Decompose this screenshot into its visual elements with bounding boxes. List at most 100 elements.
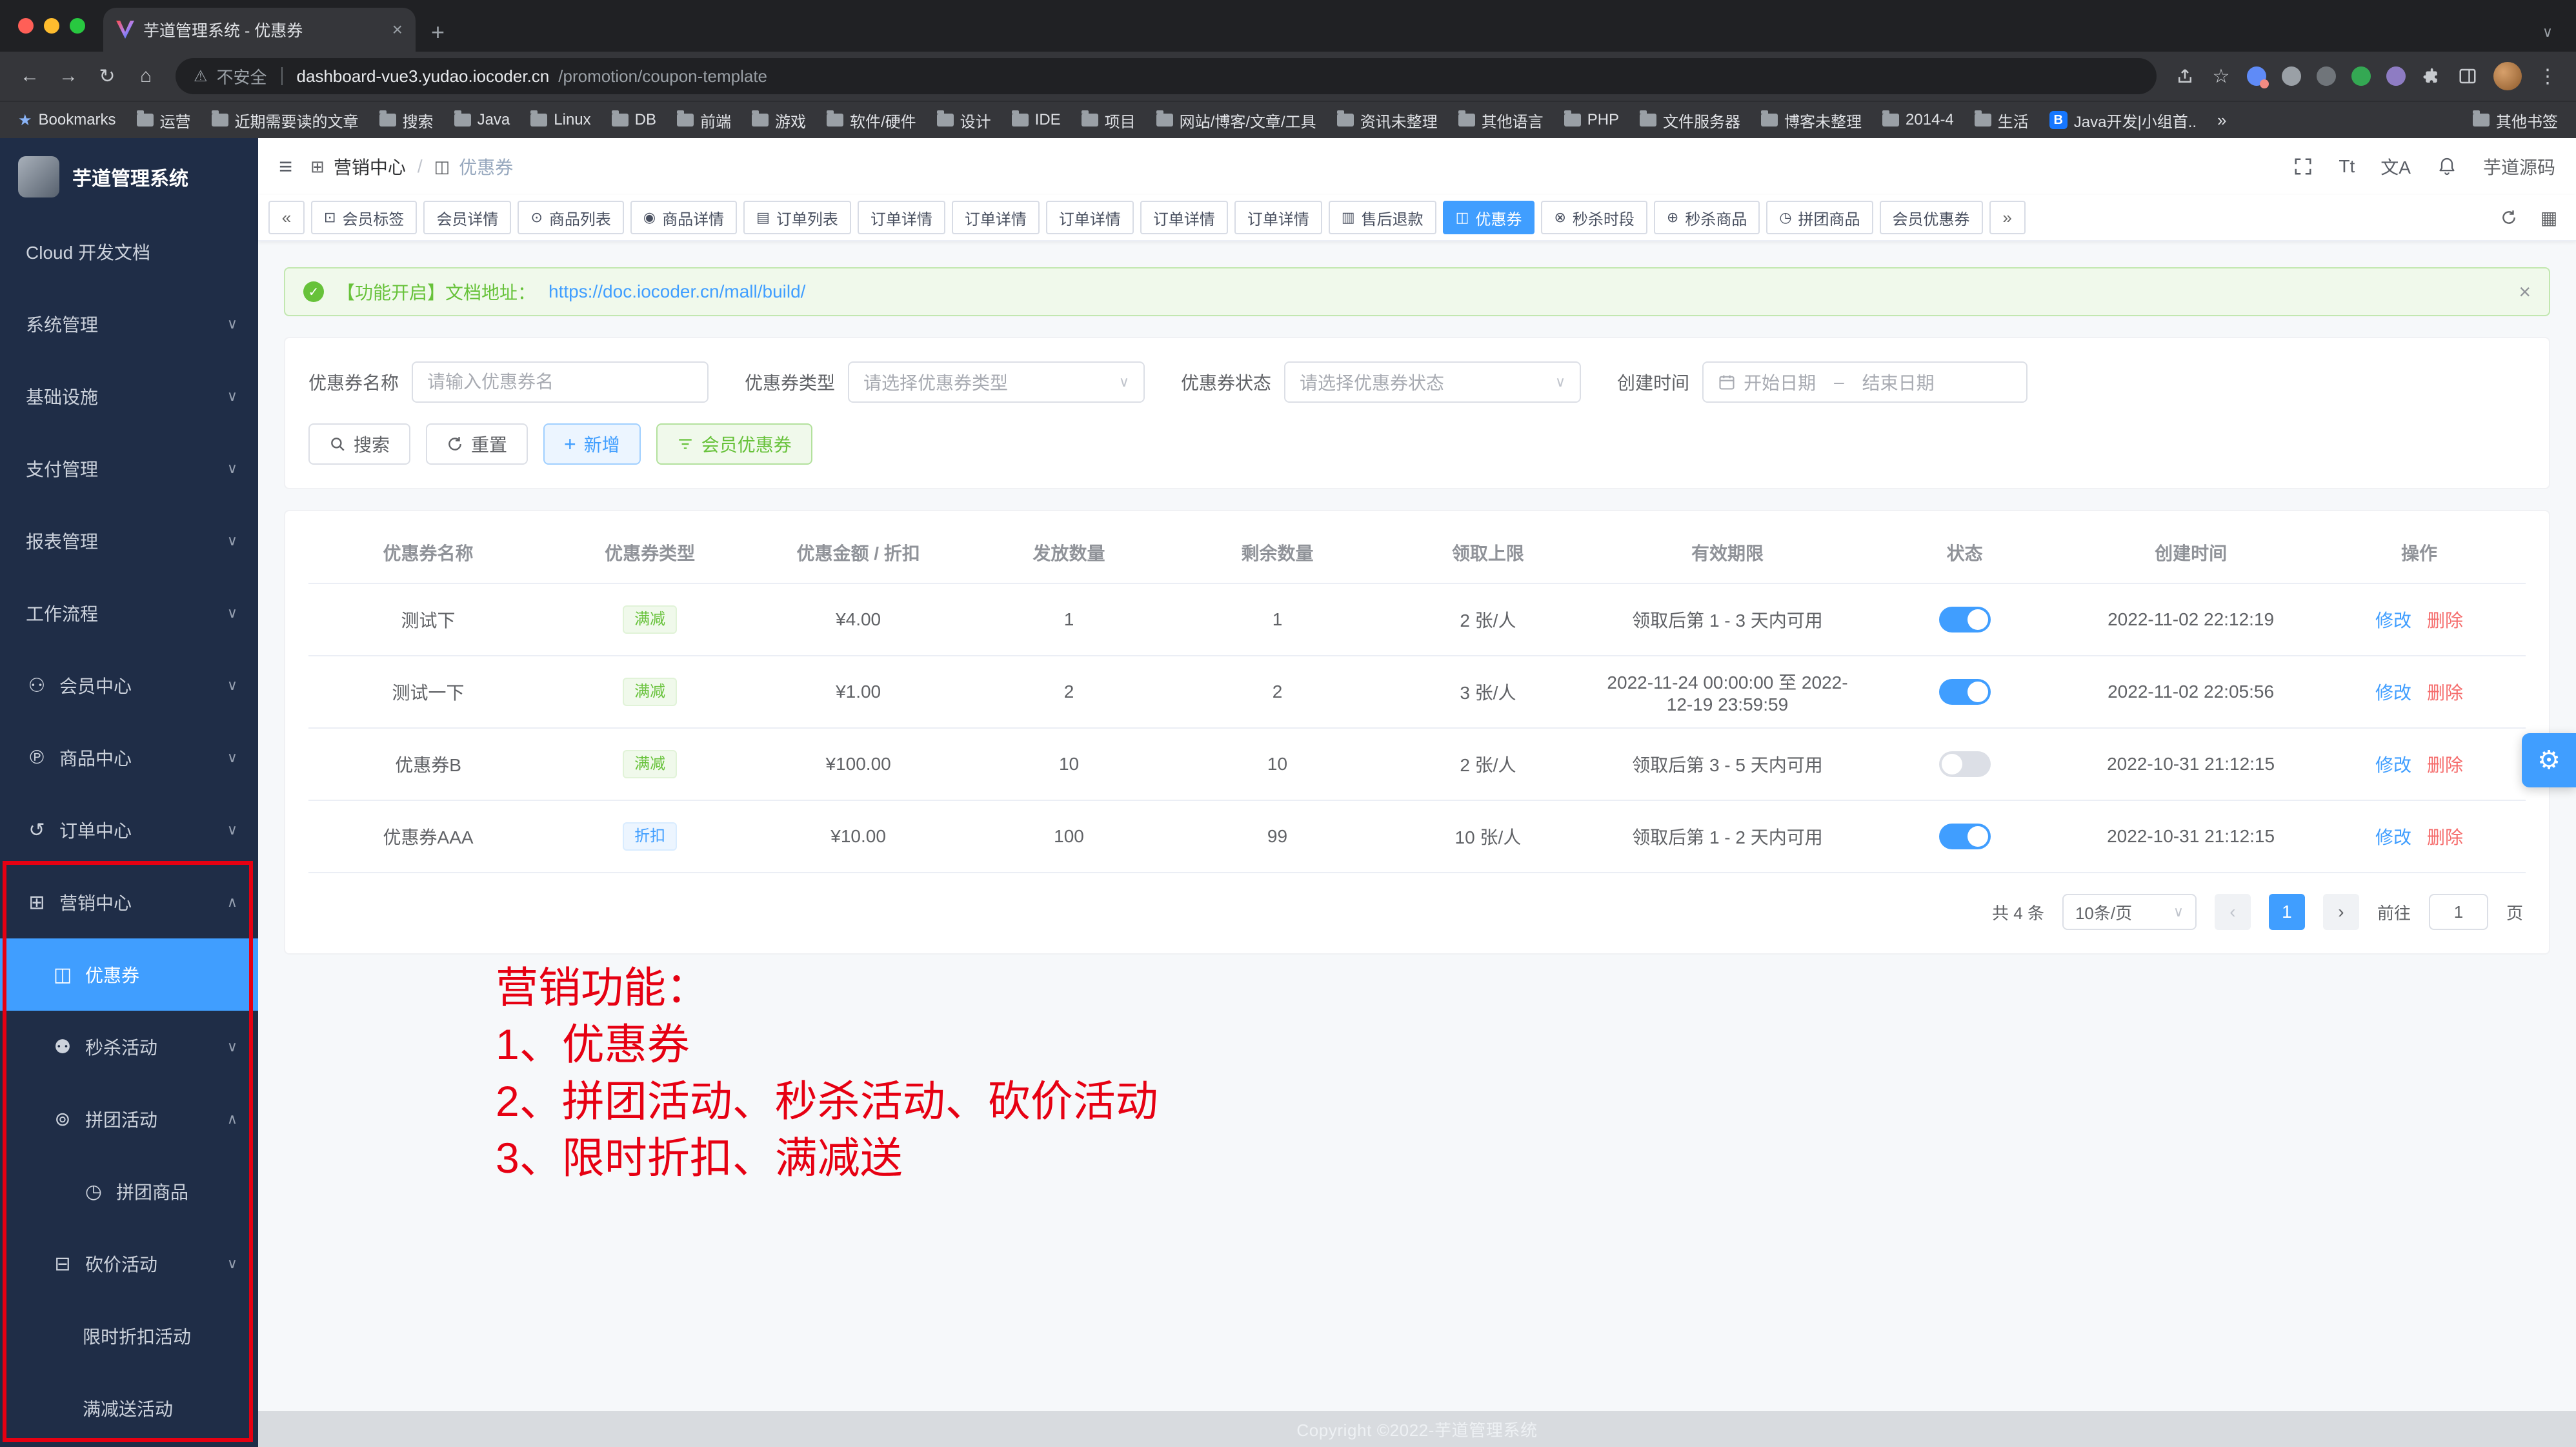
menu-collapse-icon[interactable]: ≡ — [279, 153, 292, 180]
page-size-select[interactable]: 10条/页 ∨ — [2062, 894, 2197, 930]
bookmark-item[interactable]: IDE — [1012, 111, 1061, 129]
tab-coupon[interactable]: ◫优惠券 — [1443, 201, 1535, 234]
sidebar-item-workflow[interactable]: 工作流程∨ — [0, 577, 258, 649]
tab-combination-product[interactable]: ◷拼团商品 — [1766, 201, 1873, 234]
sidebar-item-infra[interactable]: 基础设施∨ — [0, 360, 258, 432]
bookmark-star-icon[interactable]: ☆ — [2203, 58, 2239, 94]
tabs-layout-icon[interactable]: ▦ — [2532, 201, 2566, 234]
tab-member-detail[interactable]: 会员详情 — [423, 201, 511, 234]
bookmark-item[interactable]: 游戏 — [752, 109, 806, 132]
extension-icon[interactable] — [2386, 66, 2406, 86]
bookmark-item[interactable]: PHP — [1564, 111, 1619, 129]
fullscreen-icon[interactable] — [2293, 157, 2313, 176]
extension-icon[interactable] — [2317, 66, 2336, 86]
bookmark-item[interactable]: 项目 — [1082, 109, 1136, 132]
tab-product-detail[interactable]: ◉商品详情 — [630, 201, 737, 234]
date-range-picker[interactable]: 开始日期 – 结束日期 — [1702, 361, 2028, 403]
status-toggle[interactable] — [1939, 607, 1991, 632]
bookmark-item[interactable]: ★Bookmarks — [18, 111, 116, 130]
tab-order-list[interactable]: ▤订单列表 — [743, 201, 851, 234]
edit-link[interactable]: 修改 — [2375, 755, 2411, 775]
delete-link[interactable]: 删除 — [2427, 755, 2463, 775]
tab-refund[interactable]: ▥售后退款 — [1329, 201, 1436, 234]
back-icon[interactable]: ← — [10, 57, 49, 96]
bookmark-item[interactable]: 网站/博客/文章/工具 — [1156, 109, 1316, 132]
tab-product-list[interactable]: ⊙商品列表 — [518, 201, 623, 234]
bookmark-item[interactable]: 其他语言 — [1458, 109, 1544, 132]
reload-icon[interactable]: ↻ — [88, 57, 126, 96]
sidebar-item-combination-product[interactable]: ◷拼团商品 — [0, 1155, 258, 1228]
bookmark-item[interactable]: 运营 — [137, 109, 191, 132]
tabs-scroll-right-icon[interactable]: » — [1989, 201, 2026, 234]
side-panel-icon[interactable] — [2450, 58, 2486, 94]
bookmark-item[interactable]: 文件服务器 — [1640, 109, 1740, 132]
home-icon[interactable]: ⌂ — [126, 57, 165, 96]
coupon-name-input[interactable] — [412, 361, 709, 403]
app-logo[interactable]: 芋道管理系统 — [0, 138, 258, 216]
forward-icon[interactable]: → — [49, 57, 88, 96]
extension-icon[interactable] — [2282, 66, 2301, 86]
font-size-icon[interactable]: Tt — [2339, 156, 2355, 177]
locale-icon[interactable]: 文A — [2380, 154, 2411, 179]
window-zoom-button[interactable] — [70, 18, 85, 34]
tab-order-detail-5[interactable]: 订单详情 — [1234, 201, 1322, 234]
window-minimize-button[interactable] — [44, 18, 59, 34]
banner-close-icon[interactable]: × — [2519, 280, 2531, 304]
bookmark-item[interactable]: 设计 — [937, 109, 991, 132]
bookmark-item[interactable]: 前端 — [677, 109, 731, 132]
tabs-refresh-icon[interactable] — [2492, 201, 2526, 234]
prev-page-button[interactable]: ‹ — [2215, 894, 2251, 930]
tab-member-tag[interactable]: ⊡会员标签 — [311, 201, 417, 234]
goto-page-input[interactable] — [2429, 894, 2488, 930]
tab-order-detail-2[interactable]: 订单详情 — [952, 201, 1040, 234]
tab-order-detail-3[interactable]: 订单详情 — [1046, 201, 1134, 234]
bookmark-item[interactable]: Linux — [530, 111, 590, 129]
bookmark-item[interactable]: 搜索 — [379, 109, 434, 132]
tab-order-detail-1[interactable]: 订单详情 — [858, 201, 945, 234]
sidebar-item-member-center[interactable]: ⚇会员中心∨ — [0, 649, 258, 722]
tab-order-detail-4[interactable]: 订单详情 — [1140, 201, 1228, 234]
extensions-puzzle-icon[interactable] — [2413, 58, 2450, 94]
profile-avatar[interactable] — [2493, 62, 2522, 90]
sidebar-item-system[interactable]: 系统管理∨ — [0, 288, 258, 360]
bookmark-item[interactable]: BJava开发|小组首.. — [2049, 109, 2197, 132]
new-tab-button[interactable]: + — [431, 19, 445, 46]
bookmark-item[interactable]: DB — [612, 111, 656, 129]
address-bar[interactable]: ⚠ 不安全 dashboard-vue3.yudao.iocoder.cn /p… — [176, 58, 2157, 94]
bookmark-item[interactable]: 近期需要读的文章 — [212, 109, 359, 132]
bookmarks-overflow-button[interactable]: » — [2217, 110, 2226, 130]
sidebar-item-order-center[interactable]: ↺订单中心∨ — [0, 794, 258, 866]
bookmark-item[interactable]: 2014-4 — [1882, 111, 1954, 129]
status-toggle[interactable] — [1939, 751, 1991, 777]
sidebar-item-cloud-docs[interactable]: Cloud 开发文档 — [0, 216, 258, 288]
bell-icon[interactable] — [2437, 156, 2457, 177]
sidebar-item-coupon[interactable]: ◫优惠券 — [0, 938, 258, 1011]
tab-close-icon[interactable]: × — [392, 19, 403, 40]
bookmark-item[interactable]: 其他书签 — [2473, 109, 2558, 132]
sidebar-item-combination[interactable]: ⊚拼团活动∧ — [0, 1083, 258, 1155]
tab-search-chevron-icon[interactable]: ∨ — [2542, 24, 2553, 41]
bookmark-item[interactable]: 资讯未整理 — [1337, 109, 1438, 132]
sidebar-item-bargain[interactable]: ⊟砍价活动∨ — [0, 1228, 258, 1300]
share-icon[interactable] — [2167, 58, 2203, 94]
delete-link[interactable]: 删除 — [2427, 683, 2463, 703]
bookmark-item[interactable]: Java — [454, 111, 510, 129]
reset-button[interactable]: 重置 — [426, 423, 528, 465]
breadcrumb-root[interactable]: 营销中心 — [334, 154, 406, 179]
status-toggle[interactable] — [1939, 824, 1991, 849]
extension-icon[interactable] — [2247, 66, 2266, 86]
username[interactable]: 芋道源码 — [2483, 154, 2555, 179]
sidebar-item-product-center[interactable]: ℗商品中心∨ — [0, 722, 258, 794]
add-button[interactable]: + 新增 — [543, 423, 641, 465]
search-button[interactable]: 搜索 — [308, 423, 410, 465]
next-page-button[interactable]: › — [2323, 894, 2359, 930]
coupon-type-select[interactable]: 请选择优惠券类型 ∨ — [848, 361, 1145, 403]
window-close-button[interactable] — [18, 18, 34, 34]
delete-link[interactable]: 删除 — [2427, 827, 2463, 847]
tabs-scroll-left-icon[interactable]: « — [268, 201, 305, 234]
sidebar-item-discount[interactable]: 限时折扣活动 — [0, 1300, 258, 1372]
sidebar-item-pay[interactable]: 支付管理∨ — [0, 432, 258, 505]
status-toggle[interactable] — [1939, 679, 1991, 705]
bookmark-item[interactable]: 生活 — [1975, 109, 2029, 132]
sidebar-item-seckill[interactable]: ⚉秒杀活动∨ — [0, 1011, 258, 1083]
